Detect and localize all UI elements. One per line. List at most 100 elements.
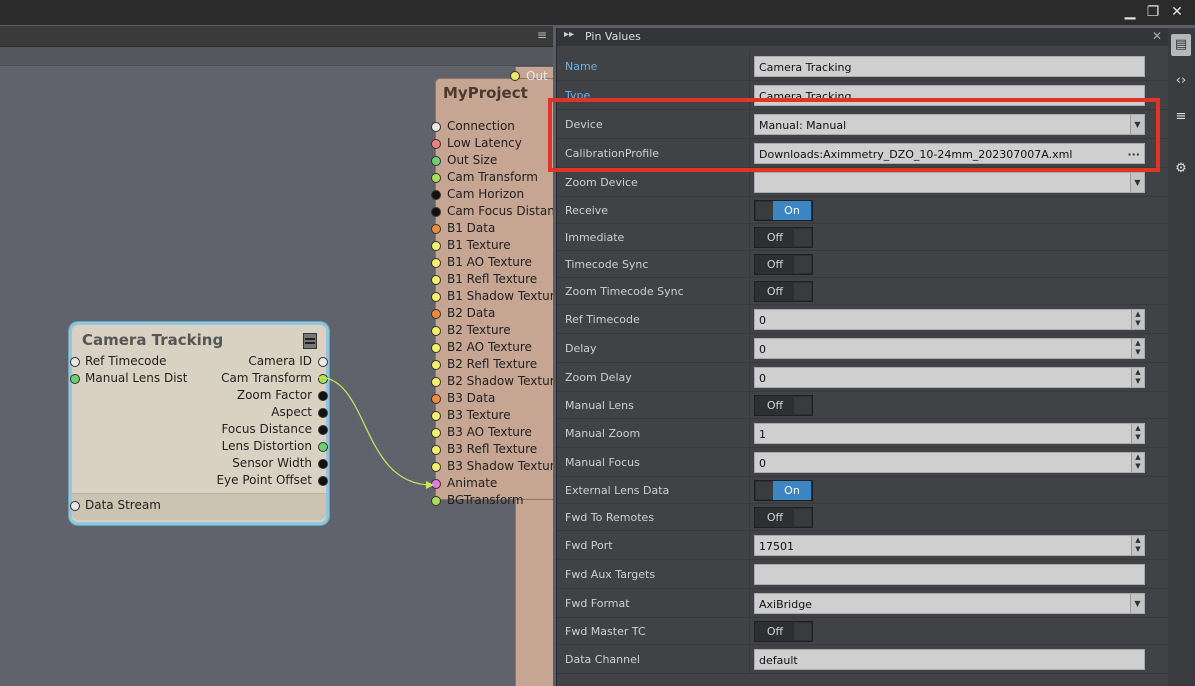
- spin-arrows-icon[interactable]: ▲ ▼: [1131, 339, 1144, 358]
- camera-tracking-node[interactable]: Camera Tracking Ref Timecode Manual Lens …: [69, 322, 329, 525]
- myproject-pin-dot[interactable]: [431, 496, 441, 506]
- pin-value-field[interactable]: 0 ▲ ▼: [754, 367, 1145, 388]
- myproject-pin-dot[interactable]: [431, 122, 441, 132]
- camera-node-output-pin[interactable]: Lens Distortion: [86, 439, 328, 456]
- pin-toggle[interactable]: Off: [754, 227, 813, 248]
- pin-toggle[interactable]: Off: [754, 254, 813, 275]
- dropdown-arrow-icon[interactable]: ▼: [1130, 173, 1144, 192]
- myproject-node-title: MyProject: [443, 84, 528, 102]
- myproject-node[interactable]: MyProject Connection Low Latency Out Size C…: [431, 78, 553, 507]
- output-pin-label: Cam Transform: [221, 371, 312, 385]
- myproject-pin-dot[interactable]: [431, 190, 441, 200]
- hamburger-menu-icon[interactable]: ≡: [537, 28, 549, 42]
- myproject-pin-dot[interactable]: [431, 411, 441, 421]
- camera-node-output-pin[interactable]: Focus Distance: [86, 422, 328, 439]
- output-pin-dot[interactable]: [318, 391, 328, 401]
- myproject-pin-dot[interactable]: [431, 173, 441, 183]
- pin-value-field[interactable]: default: [754, 649, 1145, 670]
- myproject-pin-dot[interactable]: [431, 139, 441, 149]
- pin-value-field[interactable]: [754, 564, 1145, 585]
- myproject-pin-dot[interactable]: [431, 292, 441, 302]
- restore-icon[interactable]: ❐: [1143, 3, 1163, 21]
- pin-toggle[interactable]: On: [754, 200, 813, 221]
- settings-icon[interactable]: ⚙: [1171, 158, 1191, 180]
- myproject-pin-dot[interactable]: [431, 258, 441, 268]
- output-pin-dot[interactable]: [318, 442, 328, 452]
- pin-value-field[interactable]: 0 ▲ ▼: [754, 338, 1145, 359]
- myproject-pin-dot[interactable]: [431, 445, 441, 455]
- spin-arrows-icon[interactable]: ▲ ▼: [1131, 453, 1144, 472]
- myproject-pin-dot[interactable]: [431, 343, 441, 353]
- pin-value-field[interactable]: 17501 ▲ ▼: [754, 535, 1145, 556]
- myproject-pin-dot[interactable]: [431, 309, 441, 319]
- myproject-pin-dot[interactable]: [431, 156, 441, 166]
- myproject-pin-dot[interactable]: [431, 377, 441, 387]
- flow-graph-canvas[interactable]: MyProject Connection Low Latency Out Size C…: [0, 47, 553, 686]
- toggle-value: Off: [766, 231, 784, 244]
- spin-arrows-icon[interactable]: ▲ ▼: [1131, 310, 1144, 329]
- pin-toggle[interactable]: Off: [754, 395, 813, 416]
- myproject-pin-label: B2 Refl Texture: [447, 357, 538, 371]
- input-pin-dot[interactable]: [70, 374, 80, 384]
- close-window-icon[interactable]: ✕: [1167, 3, 1187, 21]
- toggle-value: On: [773, 481, 811, 500]
- pin-toggle[interactable]: Off: [754, 621, 813, 642]
- title-bar: ▁ ❐ ✕: [0, 0, 1195, 25]
- myproject-pin-dot[interactable]: [431, 275, 441, 285]
- notes-icon[interactable]: ▤: [1171, 34, 1191, 56]
- output-pin-dot[interactable]: [318, 374, 328, 384]
- data-stream-pin-dot[interactable]: [70, 501, 80, 511]
- field-value: default: [759, 654, 798, 667]
- row-separator: [749, 589, 750, 617]
- dropdown-arrow-icon[interactable]: ▼: [1130, 594, 1144, 613]
- output-pin-dot[interactable]: [318, 459, 328, 469]
- myproject-pin-dot[interactable]: [431, 207, 441, 217]
- pin-value-field[interactable]: 0 ▲ ▼: [754, 309, 1145, 330]
- layers-icon[interactable]: ≡: [1171, 106, 1191, 128]
- spin-arrows-icon[interactable]: ▲ ▼: [1131, 424, 1144, 443]
- collapse-arrows-icon[interactable]: ▸▸: [564, 29, 574, 40]
- output-pin-dot[interactable]: [318, 408, 328, 418]
- camera-node-output-pin[interactable]: Zoom Factor: [86, 388, 328, 405]
- right-toolbar: ▤ ‹› ≡ ⚙: [1168, 28, 1195, 686]
- myproject-pin-dot[interactable]: [431, 224, 441, 234]
- pin-value-field[interactable]: 1 ▲ ▼: [754, 423, 1145, 444]
- pin-toggle[interactable]: Off: [754, 281, 813, 302]
- code-icon[interactable]: ‹›: [1171, 70, 1191, 92]
- myproject-pin-label: Cam Transform: [447, 170, 538, 184]
- pin-row: Fwd Master TC Off: [557, 618, 1168, 645]
- output-pin-dot[interactable]: [318, 476, 328, 486]
- camera-node-output-pin[interactable]: Sensor Width: [86, 456, 328, 473]
- myproject-pin-dot[interactable]: [431, 326, 441, 336]
- myproject-pin-dot[interactable]: [431, 462, 441, 472]
- input-pin-dot[interactable]: [70, 357, 80, 367]
- pin-toggle[interactable]: Off: [754, 507, 813, 528]
- pin-value-field[interactable]: Camera Tracking: [754, 56, 1145, 77]
- node-menu-icon[interactable]: [303, 333, 317, 349]
- spin-arrows-icon[interactable]: ▲ ▼: [1131, 368, 1144, 387]
- spin-arrows-icon[interactable]: ▲ ▼: [1131, 536, 1144, 555]
- toggle-value: Off: [766, 511, 784, 524]
- myproject-pin-dot[interactable]: [431, 241, 441, 251]
- camera-node-output-pin[interactable]: Eye Point Offset: [86, 473, 328, 490]
- minimize-icon[interactable]: ▁: [1120, 3, 1140, 21]
- pin-value-field[interactable]: AxiBridge ▼: [754, 593, 1145, 614]
- myproject-pin-dot[interactable]: [431, 428, 441, 438]
- pin-row-label: Immediate: [565, 231, 625, 244]
- myproject-pin-dot[interactable]: [431, 360, 441, 370]
- panel-close-icon[interactable]: ✕: [1152, 29, 1162, 43]
- output-pin-dot[interactable]: [318, 425, 328, 435]
- myproject-pin-dot[interactable]: [431, 394, 441, 404]
- out-pin-label: Out: [526, 69, 548, 83]
- camera-node-output-pin[interactable]: Camera ID: [86, 354, 328, 371]
- output-pin-dot[interactable]: [318, 357, 328, 367]
- pin-value-field[interactable]: 0 ▲ ▼: [754, 452, 1145, 473]
- myproject-pin-dot[interactable]: [431, 479, 441, 489]
- pin-toggle[interactable]: On: [754, 480, 813, 501]
- row-separator: [749, 504, 750, 530]
- output-pin-label: Focus Distance: [221, 422, 312, 436]
- out-pin-dot[interactable]: [510, 71, 520, 81]
- camera-node-output-pin[interactable]: Aspect: [86, 405, 328, 422]
- camera-node-output-pin[interactable]: Cam Transform: [86, 371, 328, 388]
- pin-value-field[interactable]: ▼: [754, 172, 1145, 193]
